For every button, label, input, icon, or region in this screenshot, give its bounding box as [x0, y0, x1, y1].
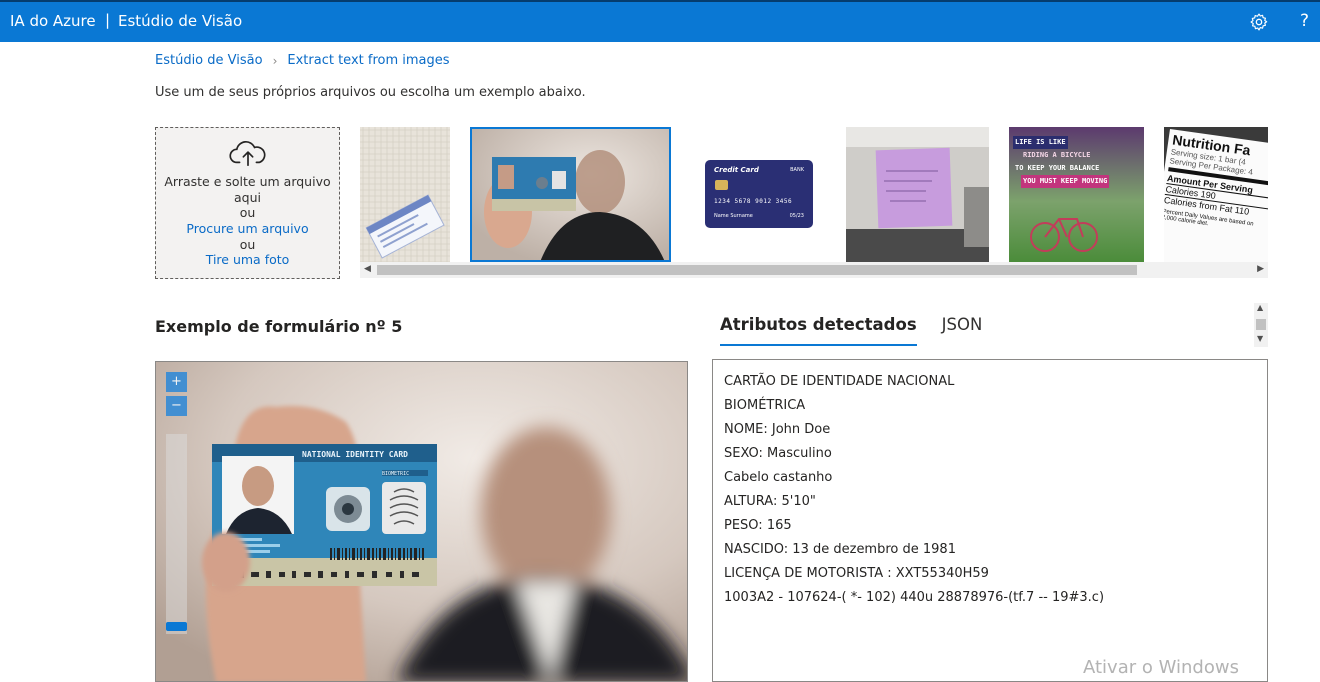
tab-json[interactable]: JSON	[942, 315, 983, 346]
result-line: NASCIDO: 13 de dezembro de 1981	[724, 542, 956, 557]
sample-gallery: Credit Card BANK 1234 5678 9012 3456 Nam…	[358, 127, 1268, 262]
sample-thumbnail-credit-card[interactable]: Credit Card BANK 1234 5678 9012 3456 Nam…	[691, 127, 824, 262]
credit-card-bank: BANK	[790, 167, 804, 173]
help-icon[interactable]: ?	[1300, 11, 1309, 31]
credit-card-name: Name Surname	[714, 213, 753, 219]
poster-line-2: RIDING A BICYCLE	[1023, 151, 1091, 159]
credit-card-expiry: 05/23	[789, 213, 804, 219]
card-title: NATIONAL IDENTITY CARD	[302, 450, 408, 459]
result-line: BIOMÉTRICA	[724, 398, 806, 413]
zoom-slider-track[interactable]	[166, 434, 187, 634]
zoom-in-button[interactable]: +	[166, 372, 187, 392]
breadcrumb: Estúdio de Visão › Extract text from ima…	[155, 53, 450, 68]
gallery-scrollbar[interactable]: ◀ ▶	[360, 262, 1268, 278]
header-separator: |	[105, 11, 111, 29]
poster-line-4: YOU MUST KEEP MOVING	[1021, 175, 1110, 188]
card-subtitle: BIOMETRIC	[382, 471, 409, 477]
product-title[interactable]: Estúdio de Visão	[118, 12, 242, 30]
sample-title: Exemplo de formulário nº 5	[155, 317, 403, 336]
result-line: CARTÃO DE IDENTIDADE NACIONAL	[724, 374, 955, 389]
poster-line-3: TO KEEP YOUR BALANCE	[1015, 164, 1100, 172]
result-tabs: Atributos detectados JSON	[720, 315, 1007, 346]
zoom-out-button[interactable]: −	[166, 396, 187, 416]
gallery-scrollbar-thumb[interactable]	[377, 265, 1137, 275]
credit-card-number: 1234 5678 9012 3456	[714, 198, 793, 205]
gear-icon[interactable]	[1249, 12, 1269, 32]
result-line: PESO: 165	[724, 518, 792, 533]
sample-thumbnail-id-card[interactable]	[470, 127, 671, 262]
sample-image: NATIONAL IDENTITY CARD BIOMETRIC	[156, 362, 687, 681]
upload-instruction-cont: aqui	[234, 189, 261, 205]
breadcrumb-item-extract-text[interactable]: Extract text from images	[287, 53, 449, 68]
result-line: 1003A2 - 107624-( *- 102) 440u 28878976-…	[724, 590, 1105, 605]
windows-activation-watermark: Ativar o Windows	[1083, 657, 1239, 678]
scroll-up-arrow-icon[interactable]: ▲	[1257, 303, 1263, 312]
scroll-down-arrow-icon[interactable]: ▼	[1257, 334, 1263, 343]
chevron-right-icon: ›	[272, 53, 278, 68]
intro-text: Use um de seus próprios arquivos ou esco…	[155, 85, 586, 100]
scroll-left-arrow-icon[interactable]: ◀	[364, 264, 371, 274]
result-line: LICENÇA DE MOTORISTA : XXT55340H59	[724, 566, 989, 581]
result-line: SEXO: Masculino	[724, 446, 832, 461]
top-bar: IA do Azure | Estúdio de Visão ?	[0, 0, 1320, 42]
cloud-upload-icon	[228, 141, 265, 167]
result-line: ALTURA: 5'10"	[724, 494, 816, 509]
browse-file-link[interactable]: Procure um arquivo	[156, 221, 339, 237]
upload-instruction: Arraste e solte um arquivo	[164, 174, 331, 189]
poster-line-1: LIFE IS LIKE	[1013, 136, 1068, 149]
brand-title[interactable]: IA do Azure	[10, 12, 96, 30]
upload-or-2: ou	[239, 236, 256, 252]
tabs-scrollbar-thumb[interactable]	[1256, 319, 1266, 330]
credit-card-chip	[715, 180, 728, 190]
breadcrumb-item-studio[interactable]: Estúdio de Visão	[155, 53, 263, 68]
credit-card-brand: Credit Card	[714, 166, 759, 174]
zoom-slider-handle[interactable]	[166, 622, 187, 631]
image-viewer[interactable]: NATIONAL IDENTITY CARD BIOMETRIC + −	[155, 361, 688, 682]
scroll-right-arrow-icon[interactable]: ▶	[1257, 264, 1264, 274]
tabs-scrollbar[interactable]: ▲ ▼	[1254, 303, 1268, 347]
sample-thumbnail-ss-card[interactable]	[360, 127, 450, 262]
result-line: Cabelo castanho	[724, 470, 833, 485]
upload-or: ou	[239, 205, 256, 220]
sample-thumbnail-sticky-note[interactable]	[846, 127, 989, 262]
detected-attributes-panel: CARTÃO DE IDENTIDADE NACIONAL BIOMÉTRICA…	[712, 359, 1268, 682]
result-line: NOME: John Doe	[724, 422, 831, 437]
tab-detected-attributes[interactable]: Atributos detectados	[720, 315, 917, 346]
upload-dropzone[interactable]: Arraste e solte um arquivo aqui ou Procu…	[155, 127, 340, 279]
sample-thumbnail-nutrition-label[interactable]: Nutrition Fa Serving size: 1 bar (4 Serv…	[1164, 127, 1268, 262]
sample-thumbnail-poster[interactable]: LIFE IS LIKE RIDING A BICYCLE TO KEEP YO…	[1009, 127, 1144, 262]
take-photo-link[interactable]: Tire uma foto	[156, 252, 339, 268]
